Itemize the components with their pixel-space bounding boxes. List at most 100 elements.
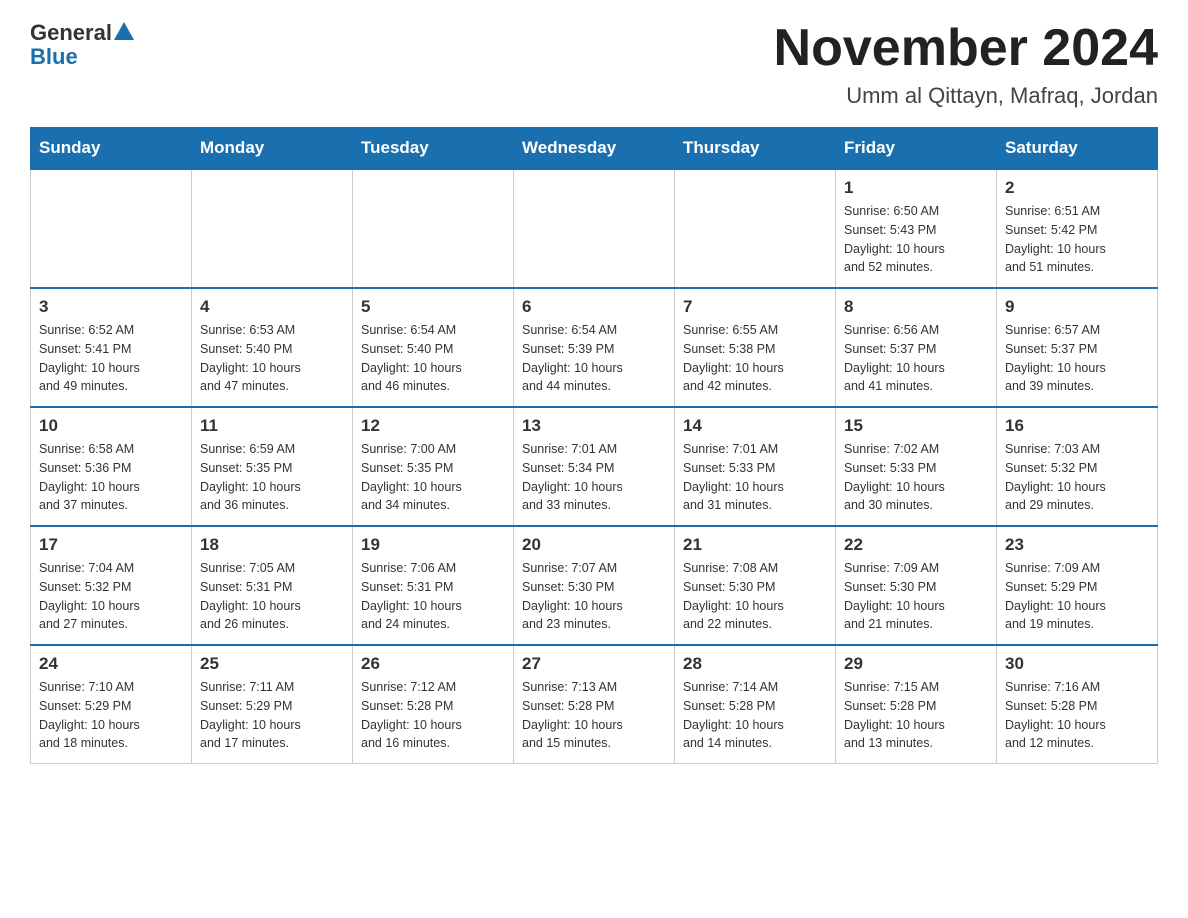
calendar-cell: 13Sunrise: 7:01 AMSunset: 5:34 PMDayligh…	[514, 407, 675, 526]
day-number: 3	[39, 297, 183, 317]
weekday-header-wednesday: Wednesday	[514, 128, 675, 170]
calendar-cell: 1 Sunrise: 6:50 AMSunset: 5:43 PMDaylight…	[836, 169, 997, 288]
day-info: Sunrise: 7:04 AMSunset: 5:32 PMDaylight:…	[39, 559, 183, 634]
calendar-cell: 24 Sunrise: 7:10 AMSunset: 5:29 PMDayligh…	[31, 645, 192, 764]
day-number: 17	[39, 535, 183, 555]
calendar-cell: 4 Sunrise: 6:53 AMSunset: 5:40 PMDaylight…	[192, 288, 353, 407]
day-info: Sunrise: 7:11 AMSunset: 5:29 PMDaylight:…	[200, 678, 344, 753]
logo-triangle-icon	[114, 22, 134, 40]
calendar-cell	[31, 169, 192, 288]
week-row-4: 17 Sunrise: 7:04 AMSunset: 5:32 PMDayligh…	[31, 526, 1158, 645]
calendar-cell: 22Sunrise: 7:09 AMSunset: 5:30 PMDayligh…	[836, 526, 997, 645]
day-info: Sunrise: 7:00 AMSunset: 5:35 PMDaylight:…	[361, 440, 505, 515]
calendar-cell: 11Sunrise: 6:59 AMSunset: 5:35 PMDayligh…	[192, 407, 353, 526]
day-number: 10	[39, 416, 183, 436]
day-info: Sunrise: 7:09 AMSunset: 5:30 PMDaylight:…	[844, 559, 988, 634]
logo: General Blue	[30, 20, 134, 70]
calendar-cell: 27Sunrise: 7:13 AMSunset: 5:28 PMDayligh…	[514, 645, 675, 764]
calendar-cell: 20Sunrise: 7:07 AMSunset: 5:30 PMDayligh…	[514, 526, 675, 645]
weekday-header-thursday: Thursday	[675, 128, 836, 170]
day-number: 8	[844, 297, 988, 317]
calendar-cell: 12 Sunrise: 7:00 AMSunset: 5:35 PMDayligh…	[353, 407, 514, 526]
day-info: Sunrise: 7:05 AMSunset: 5:31 PMDaylight:…	[200, 559, 344, 634]
day-info: Sunrise: 6:56 AMSunset: 5:37 PMDaylight:…	[844, 321, 988, 396]
calendar-cell: 23 Sunrise: 7:09 AMSunset: 5:29 PMDayligh…	[997, 526, 1158, 645]
calendar-cell: 5Sunrise: 6:54 AMSunset: 5:40 PMDaylight…	[353, 288, 514, 407]
weekday-header-sunday: Sunday	[31, 128, 192, 170]
day-info: Sunrise: 6:59 AMSunset: 5:35 PMDaylight:…	[200, 440, 344, 515]
day-info: Sunrise: 7:07 AMSunset: 5:30 PMDaylight:…	[522, 559, 666, 634]
logo-blue-text: Blue	[30, 44, 78, 70]
weekday-header-tuesday: Tuesday	[353, 128, 514, 170]
calendar-cell: 15 Sunrise: 7:02 AMSunset: 5:33 PMDayligh…	[836, 407, 997, 526]
calendar-cell: 17 Sunrise: 7:04 AMSunset: 5:32 PMDayligh…	[31, 526, 192, 645]
day-info: Sunrise: 6:57 AMSunset: 5:37 PMDaylight:…	[1005, 321, 1149, 396]
calendar-cell: 10 Sunrise: 6:58 AMSunset: 5:36 PMDayligh…	[31, 407, 192, 526]
day-info: Sunrise: 6:58 AMSunset: 5:36 PMDaylight:…	[39, 440, 183, 515]
calendar-cell: 8 Sunrise: 6:56 AMSunset: 5:37 PMDaylight…	[836, 288, 997, 407]
header: General Blue November 2024 Umm al Qittay…	[30, 20, 1158, 109]
day-number: 26	[361, 654, 505, 674]
calendar-cell	[192, 169, 353, 288]
calendar-cell	[514, 169, 675, 288]
calendar-cell: 26 Sunrise: 7:12 AMSunset: 5:28 PMDayligh…	[353, 645, 514, 764]
day-info: Sunrise: 6:50 AMSunset: 5:43 PMDaylight:…	[844, 202, 988, 277]
day-info: Sunrise: 7:10 AMSunset: 5:29 PMDaylight:…	[39, 678, 183, 753]
calendar-cell	[675, 169, 836, 288]
day-info: Sunrise: 7:09 AMSunset: 5:29 PMDaylight:…	[1005, 559, 1149, 634]
day-number: 25	[200, 654, 344, 674]
calendar-cell: 6 Sunrise: 6:54 AMSunset: 5:39 PMDaylight…	[514, 288, 675, 407]
day-number: 15	[844, 416, 988, 436]
day-info: Sunrise: 7:01 AMSunset: 5:33 PMDaylight:…	[683, 440, 827, 515]
day-info: Sunrise: 7:01 AMSunset: 5:34 PMDaylight:…	[522, 440, 666, 515]
day-info: Sunrise: 6:55 AMSunset: 5:38 PMDaylight:…	[683, 321, 827, 396]
calendar-table: SundayMondayTuesdayWednesdayThursdayFrid…	[30, 127, 1158, 764]
day-info: Sunrise: 7:02 AMSunset: 5:33 PMDaylight:…	[844, 440, 988, 515]
calendar-cell	[353, 169, 514, 288]
week-row-1: 1 Sunrise: 6:50 AMSunset: 5:43 PMDaylight…	[31, 169, 1158, 288]
day-info: Sunrise: 7:12 AMSunset: 5:28 PMDaylight:…	[361, 678, 505, 753]
day-info: Sunrise: 7:14 AMSunset: 5:28 PMDaylight:…	[683, 678, 827, 753]
day-number: 12	[361, 416, 505, 436]
calendar-cell: 9 Sunrise: 6:57 AMSunset: 5:37 PMDaylight…	[997, 288, 1158, 407]
day-number: 1	[844, 178, 988, 198]
weekday-header-monday: Monday	[192, 128, 353, 170]
day-number: 24	[39, 654, 183, 674]
day-number: 30	[1005, 654, 1149, 674]
weekday-header-row: SundayMondayTuesdayWednesdayThursdayFrid…	[31, 128, 1158, 170]
calendar-cell: 21Sunrise: 7:08 AMSunset: 5:30 PMDayligh…	[675, 526, 836, 645]
day-number: 6	[522, 297, 666, 317]
day-info: Sunrise: 7:15 AMSunset: 5:28 PMDaylight:…	[844, 678, 988, 753]
calendar-cell: 14 Sunrise: 7:01 AMSunset: 5:33 PMDayligh…	[675, 407, 836, 526]
day-number: 4	[200, 297, 344, 317]
day-info: Sunrise: 7:16 AMSunset: 5:28 PMDaylight:…	[1005, 678, 1149, 753]
day-info: Sunrise: 7:06 AMSunset: 5:31 PMDaylight:…	[361, 559, 505, 634]
day-number: 29	[844, 654, 988, 674]
calendar-cell: 2Sunrise: 6:51 AMSunset: 5:42 PMDaylight…	[997, 169, 1158, 288]
day-info: Sunrise: 6:53 AMSunset: 5:40 PMDaylight:…	[200, 321, 344, 396]
week-row-2: 3 Sunrise: 6:52 AMSunset: 5:41 PMDaylight…	[31, 288, 1158, 407]
day-number: 9	[1005, 297, 1149, 317]
calendar-cell: 3 Sunrise: 6:52 AMSunset: 5:41 PMDaylight…	[31, 288, 192, 407]
week-row-5: 24 Sunrise: 7:10 AMSunset: 5:29 PMDayligh…	[31, 645, 1158, 764]
day-info: Sunrise: 6:52 AMSunset: 5:41 PMDaylight:…	[39, 321, 183, 396]
day-info: Sunrise: 7:08 AMSunset: 5:30 PMDaylight:…	[683, 559, 827, 634]
calendar-cell: 25 Sunrise: 7:11 AMSunset: 5:29 PMDayligh…	[192, 645, 353, 764]
day-number: 28	[683, 654, 827, 674]
day-info: Sunrise: 6:51 AMSunset: 5:42 PMDaylight:…	[1005, 202, 1149, 277]
day-info: Sunrise: 7:03 AMSunset: 5:32 PMDaylight:…	[1005, 440, 1149, 515]
calendar-subtitle: Umm al Qittayn, Mafraq, Jordan	[774, 83, 1158, 109]
day-number: 23	[1005, 535, 1149, 555]
calendar-cell: 19Sunrise: 7:06 AMSunset: 5:31 PMDayligh…	[353, 526, 514, 645]
weekday-header-saturday: Saturday	[997, 128, 1158, 170]
day-number: 5	[361, 297, 505, 317]
weekday-header-friday: Friday	[836, 128, 997, 170]
logo-general-text: General	[30, 20, 112, 46]
calendar-cell: 7Sunrise: 6:55 AMSunset: 5:38 PMDaylight…	[675, 288, 836, 407]
calendar-cell: 16Sunrise: 7:03 AMSunset: 5:32 PMDayligh…	[997, 407, 1158, 526]
day-number: 14	[683, 416, 827, 436]
day-number: 27	[522, 654, 666, 674]
title-area: November 2024 Umm al Qittayn, Mafraq, Jo…	[774, 20, 1158, 109]
calendar-cell: 28 Sunrise: 7:14 AMSunset: 5:28 PMDayligh…	[675, 645, 836, 764]
day-info: Sunrise: 6:54 AMSunset: 5:39 PMDaylight:…	[522, 321, 666, 396]
